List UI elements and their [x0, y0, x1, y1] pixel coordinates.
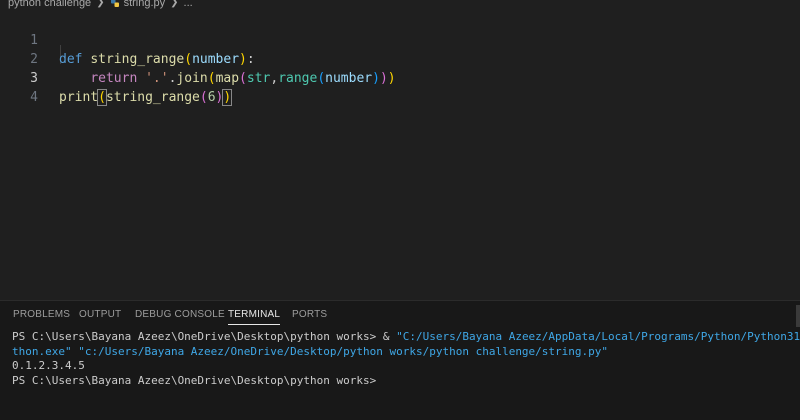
line-number: 4: [30, 90, 38, 105]
breadcrumb-more[interactable]: ...: [184, 0, 193, 9]
terminal-output[interactable]: PS C:\Users\Bayana Azeez\OneDrive\Deskto…: [12, 330, 800, 388]
number-literal: 6: [207, 90, 216, 105]
code-line-3[interactable]: 3 print(string_range(6)): [0, 50, 800, 106]
breadcrumb: python challenge ❯ string.py ❯ ...: [0, 0, 800, 11]
tab-ports[interactable]: PORTS: [292, 309, 327, 320]
code-line-4[interactable]: 4: [0, 69, 800, 105]
code-line-2[interactable]: 2 return '.'.join(map(str,range(number))…: [0, 31, 800, 86]
terminal-line: thon.exe" "c:/Users/Bayana Azeez/OneDriv…: [12, 345, 792, 360]
tab-output[interactable]: OUTPUT: [79, 309, 121, 320]
function-name: string_range: [105, 90, 200, 105]
tab-debug-console[interactable]: DEBUG CONSOLE: [135, 309, 225, 320]
tab-problems[interactable]: PROBLEMS: [13, 309, 70, 320]
tab-terminal[interactable]: TERMINAL: [228, 309, 281, 325]
chevron-right-icon: ❯: [96, 0, 105, 8]
terminal-prompt: PS C:\Users\Bayana Azeez\OneDrive\Deskto…: [12, 330, 397, 343]
code-text: print(string_range(6)): [59, 88, 233, 107]
terminal-command-path: "C:/Users/Bayana Azeez/AppData/Local/Pro…: [396, 330, 800, 343]
bracket: ): [222, 89, 233, 106]
terminal-command-path: thon.exe" "c:/Users/Bayana Azeez/OneDriv…: [12, 344, 609, 358]
bottom-panel: PROBLEMS OUTPUT DEBUG CONSOLE TERMINAL P…: [0, 300, 800, 420]
terminal-prompt: PS C:\Users\Bayana Azeez\OneDrive\Deskto…: [12, 373, 377, 387]
python-file-icon: [110, 0, 119, 7]
builtin-print: print: [59, 90, 99, 105]
bracket: (: [97, 89, 107, 106]
panel-tabs: PROBLEMS OUTPUT DEBUG CONSOLE TERMINAL P…: [0, 301, 800, 329]
bracket: (: [199, 90, 208, 105]
terminal-line: PS C:\Users\Bayana Azeez\OneDrive\Deskto…: [12, 330, 800, 345]
code-line-1[interactable]: 1 def string_range(number):: [0, 12, 800, 67]
terminal-program-output: 0.1.2.3.4.5: [12, 359, 85, 372]
breadcrumb-folder[interactable]: python challenge: [8, 0, 91, 9]
scrollbar-thumb[interactable]: [796, 305, 800, 327]
code-editor[interactable]: 1 def string_range(number): 2 return '.'…: [0, 12, 800, 300]
chevron-right-icon: ❯: [170, 0, 179, 8]
breadcrumb-file[interactable]: string.py: [124, 0, 166, 9]
